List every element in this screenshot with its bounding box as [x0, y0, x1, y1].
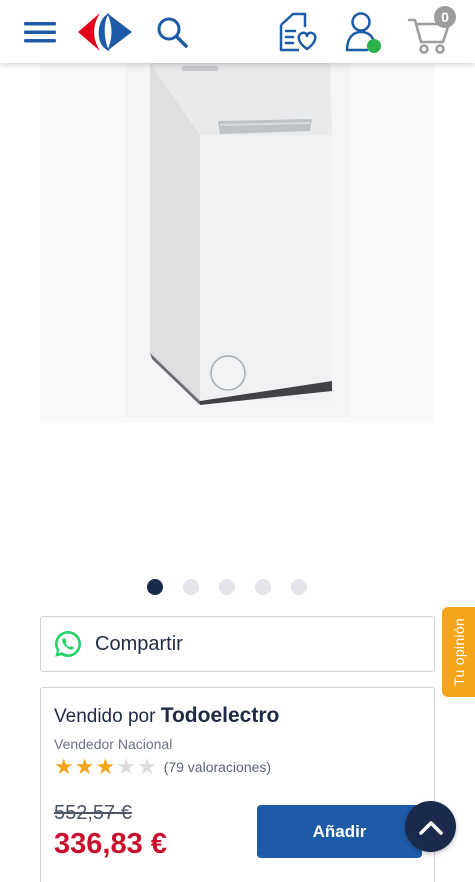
user-account-icon [345, 11, 381, 53]
search-button[interactable] [150, 0, 194, 63]
pagination-dot[interactable] [147, 579, 163, 595]
star-filled-icon: ★ [74, 754, 95, 779]
rating-count: (79 valoraciones) [163, 759, 272, 775]
feedback-tab[interactable]: Tu opinión [442, 607, 475, 697]
seller-rating[interactable]: ★ ★ ★ ★ ★ (79 valoraciones) [54, 755, 421, 779]
star-filled-icon: ★ [54, 754, 74, 779]
pagination-dot[interactable] [255, 579, 271, 595]
seller-prefix: Vendido por [54, 706, 156, 727]
pagination-dot[interactable] [219, 579, 235, 595]
seller-title: Vendido por Todoelectro [54, 704, 421, 728]
chevron-up-icon [418, 820, 443, 835]
washing-machine-product-image [40, 63, 435, 423]
gallery-pagination [147, 579, 307, 595]
share-whatsapp-button[interactable]: Compartir [40, 616, 435, 672]
hamburger-menu-icon [24, 21, 56, 42]
seller-name[interactable]: Todoelectro [161, 704, 280, 727]
old-price: 552,57 € [54, 802, 132, 824]
pagination-dot[interactable] [183, 579, 199, 595]
search-icon [157, 17, 188, 48]
seller-type: Vendedor Nacional [54, 736, 173, 752]
whatsapp-icon [55, 631, 81, 657]
product-page: 0 Compartir Tu opinión Vendido por Todoe… [0, 0, 475, 882]
star-empty-icon: ★ [136, 754, 157, 779]
star-empty-icon: ★ [116, 754, 136, 779]
pagination-dot[interactable] [291, 579, 307, 595]
menu-button[interactable] [18, 0, 62, 63]
scroll-to-top-button[interactable] [405, 801, 456, 852]
add-to-cart-button[interactable]: Añadir [257, 805, 422, 858]
favorites-list-button[interactable] [272, 0, 322, 63]
share-label: Compartir [95, 632, 183, 655]
carrefour-logo-icon [78, 12, 132, 51]
cart-button[interactable]: 0 [402, 0, 460, 63]
product-image-gallery[interactable] [0, 63, 475, 573]
top-header: 0 [0, 0, 475, 63]
carrefour-logo[interactable] [72, 0, 138, 63]
favorites-list-icon [279, 12, 317, 51]
account-button[interactable] [340, 0, 386, 63]
star-filled-icon: ★ [95, 754, 116, 779]
seller-card: Vendido por Todoelectro Vendedor Naciona… [40, 687, 435, 882]
cart-count-badge: 0 [434, 6, 456, 28]
feedback-label: Tu opinión [450, 618, 467, 686]
current-price: 336,83 € [54, 828, 167, 860]
